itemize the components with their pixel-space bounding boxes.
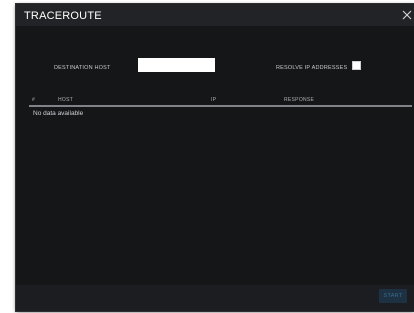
column-header-number: # (32, 97, 36, 103)
table-header: # HOST IP RESPONSE (16, 96, 412, 105)
column-header-ip: IP (211, 97, 217, 103)
resolve-ip-checkbox[interactable] (352, 61, 361, 70)
traceroute-dialog: TRACEROUTE DESTINATION HOST RESOLVE IP A… (16, 4, 414, 311)
dialog-title: TRACEROUTE (24, 10, 102, 22)
column-header-host: HOST (58, 97, 74, 103)
destination-host-input[interactable] (138, 58, 215, 72)
column-header-response: RESPONSE (284, 97, 315, 103)
dialog-body: DESTINATION HOST RESOLVE IP ADDRESSES # … (16, 26, 414, 285)
empty-table-message: No data available (33, 110, 84, 117)
table-header-divider (29, 105, 412, 107)
close-icon[interactable] (400, 8, 414, 22)
start-button[interactable]: START (379, 289, 407, 303)
destination-host-label: DESTINATION HOST (54, 65, 111, 71)
resolve-ip-label: RESOLVE IP ADDRESSES (276, 65, 348, 71)
dialog-footer (16, 285, 414, 311)
title-bar: TRACEROUTE (16, 4, 414, 26)
